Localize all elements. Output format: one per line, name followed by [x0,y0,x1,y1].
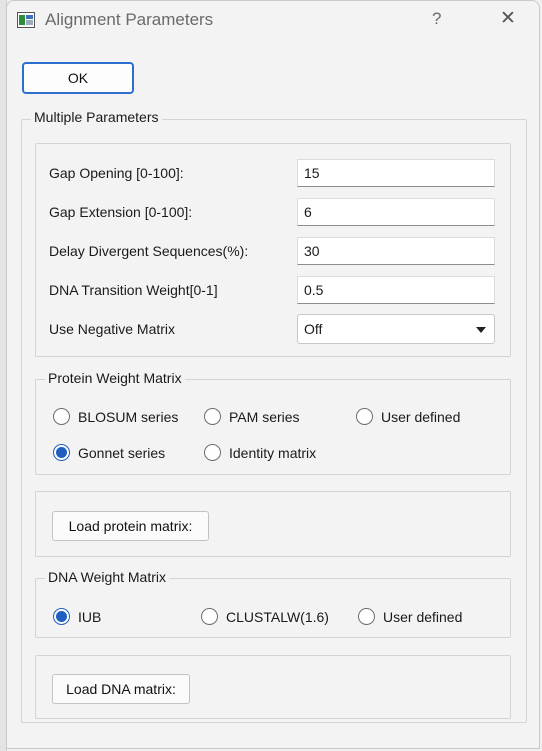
dna-weight-matrix-legend: DNA Weight Matrix [45,569,169,585]
radio-label: Identity matrix [229,444,317,461]
multiple-parameters-legend: Multiple Parameters [31,109,162,125]
negative-matrix-value: Off [304,321,323,337]
radio-label: User defined [383,608,463,625]
load-protein-matrix-button[interactable]: Load protein matrix: [52,511,209,541]
radio-iub[interactable]: IUB [53,608,101,625]
radio-pam-series[interactable]: PAM series [204,408,300,425]
ok-button[interactable]: OK [22,62,134,94]
close-icon[interactable]: ✕ [500,7,516,30]
radio-label: IUB [78,608,102,625]
gap-opening-label: Gap Opening [0-100]: [49,165,184,181]
gap-extension-input[interactable]: 6 [297,198,495,226]
alignment-parameters-dialog: Alignment Parameters ? ✕ OK Multiple Par… [6,0,540,749]
radio-label: Gonnet series [78,444,166,461]
radio-identity-matrix[interactable]: Identity matrix [204,444,316,461]
radio-label: User defined [381,408,461,425]
help-icon[interactable]: ? [432,9,441,29]
radio-button-selected-icon [53,608,70,625]
dna-transition-weight-input[interactable]: 0.5 [297,276,495,304]
radio-protein-user-defined[interactable]: User defined [356,408,460,425]
title-bar: Alignment Parameters ? ✕ [7,1,541,41]
radio-gonnet-series[interactable]: Gonnet series [53,444,165,461]
radio-clustalw[interactable]: CLUSTALW(1.6) [201,608,329,625]
delay-divergent-input[interactable]: 30 [297,237,495,265]
radio-dna-user-defined[interactable]: User defined [358,608,462,625]
window-title: Alignment Parameters [45,10,214,29]
radio-button-icon [53,408,70,425]
negative-matrix-label: Use Negative Matrix [49,321,176,337]
gap-opening-input[interactable]: 15 [297,159,495,187]
gap-extension-label: Gap Extension [0-100]: [49,204,193,220]
chevron-down-icon [476,327,486,333]
app-window-icon [17,12,35,28]
radio-button-icon [356,408,373,425]
radio-label: CLUSTALW(1.6) [226,608,329,625]
negative-matrix-select[interactable]: Off [297,314,495,344]
radio-button-icon [204,444,221,461]
radio-label: BLOSUM series [78,408,179,425]
radio-label: PAM series [229,408,300,425]
dna-transition-weight-label: DNA Transition Weight[0-1] [49,282,218,298]
radio-button-icon [201,608,218,625]
protein-weight-matrix-legend: Protein Weight Matrix [45,370,185,386]
delay-divergent-label: Delay Divergent Sequences(%): [49,243,249,259]
load-dna-matrix-button[interactable]: Load DNA matrix: [52,674,190,704]
radio-button-selected-icon [53,444,70,461]
radio-button-icon [204,408,221,425]
radio-blosum-series[interactable]: BLOSUM series [53,408,178,425]
radio-button-icon [358,608,375,625]
